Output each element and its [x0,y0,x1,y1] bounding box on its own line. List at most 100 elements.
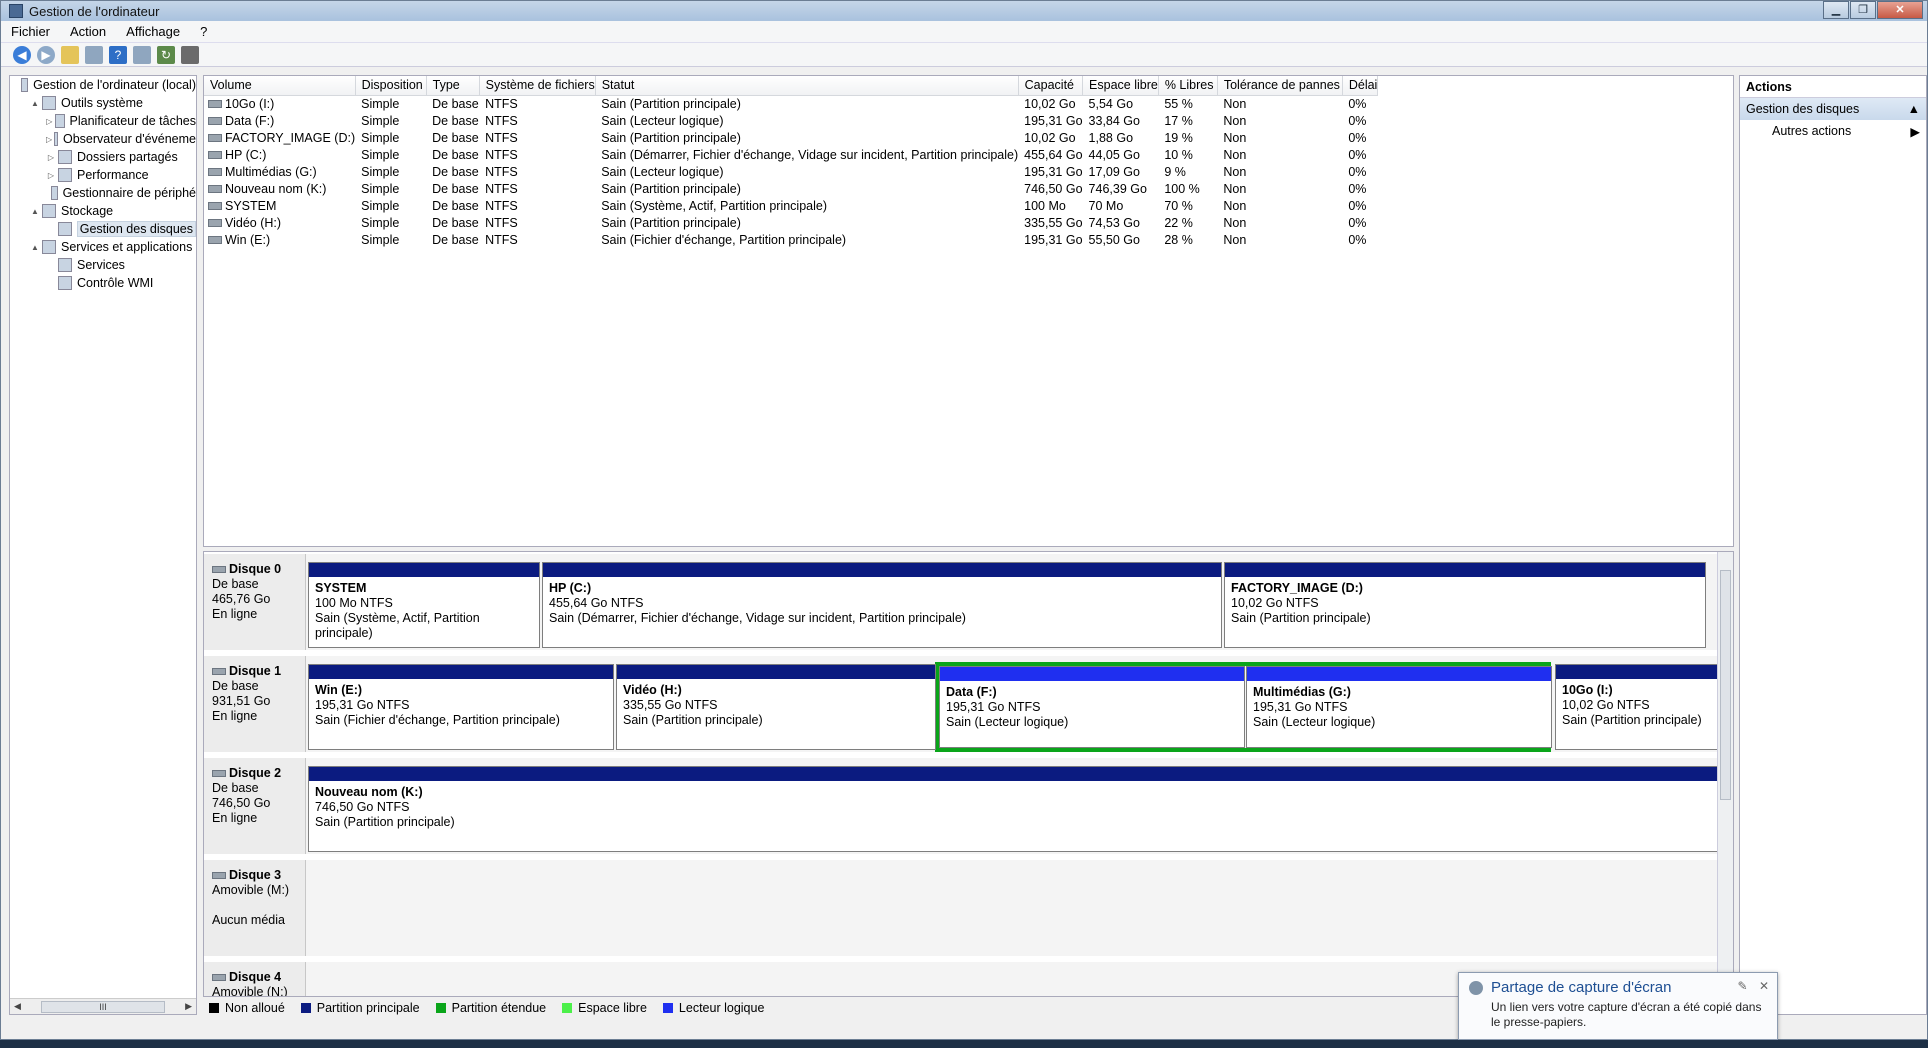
taskbar [0,1040,1928,1048]
expand-arrow-icon[interactable]: ▷ [46,135,52,144]
tree-horizontal-scrollbar[interactable]: ◀ III ▶ [10,998,196,1014]
legend-label: Partition principale [316,1001,420,1015]
expand-arrow-icon[interactable]: ▷ [46,153,56,162]
table-cell: De base [432,147,479,162]
menu-help[interactable]: ? [200,24,207,39]
maximize-button[interactable]: ❐ [1850,1,1876,19]
table-cell: De base [432,181,479,196]
volume-row[interactable]: 10Go (I:) Simple De base NTFS Sain (Partitio… [204,95,1378,112]
volume-row[interactable]: SYSTEM Simple De base NTFS Sain (Système, Ac… [204,197,1378,214]
legend-swatch [300,1003,311,1013]
graph-vertical-scrollbar[interactable] [1717,552,1733,996]
tree-node[interactable]: Gestion de l'ordinateur (local) [10,76,196,94]
partition-block[interactable]: Data (F:) 195,31 Go NTFS Sain (Lecteur log… [939,666,1245,748]
tree-node-label: Performance [77,168,149,182]
disk-info[interactable]: Disque 4 Amovible (N:) [204,962,306,996]
refresh-icon[interactable]: ↻ [157,45,175,64]
table-cell: Sain (Système, Actif, Partition principa… [601,198,827,213]
table-cell: 195,31 Go [1024,113,1083,128]
column-header[interactable]: Statut [595,76,1019,96]
tree-node[interactable]: ▷ Performance [10,166,196,184]
partition-block[interactable]: 10Go (I:) 10,02 Go NTFS Sain (Partition pr… [1555,664,1733,750]
tree-node[interactable]: ▷ Planificateur de tâches [10,112,196,130]
volume-row[interactable]: Nouveau nom (K:) Simple De base NTFS Sain (P… [204,180,1378,197]
show-hide-actions-icon[interactable] [133,45,151,64]
up-folder-icon[interactable] [61,45,79,64]
pin-icon[interactable]: ✎ [1738,979,1748,993]
partition-block[interactable]: Win (E:) 195,31 Go NTFS Sain (Fichier d'éc… [308,664,614,750]
expand-arrow-icon[interactable]: ▷ [46,117,53,126]
expand-arrow-icon[interactable]: ▲ [30,99,40,108]
minimize-button[interactable]: ▁ [1823,1,1849,19]
tree-node[interactable]: Services [10,256,196,274]
table-cell: 5,54 Go [1088,96,1134,111]
disk-info[interactable]: Disque 2 De base 746,50 Go En ligne [204,758,306,854]
menu-action[interactable]: Action [70,24,106,39]
tree-node[interactable]: Contrôle WMI [10,274,196,292]
scroll-right-arrow-icon[interactable]: ▶ [185,1001,192,1012]
volume-name: Nouveau nom (K:) [225,181,327,196]
volume-row[interactable]: Win (E:) Simple De base NTFS Sain (Fichier d… [204,231,1378,248]
expand-arrow-icon[interactable]: ▷ [46,171,56,180]
volume-row[interactable]: Multimédias (G:) Simple De base NTFS Sain (L… [204,163,1378,180]
partition-block[interactable]: Vidéo (H:) 335,55 Go NTFS Sain (Partition … [616,664,936,750]
disk-line1: De base [212,577,259,591]
partition-block[interactable]: HP (C:) 455,64 Go NTFS Sain (Démarrer, Fic… [542,562,1222,648]
toast-close-icon[interactable]: ✕ [1759,979,1769,993]
table-cell: NTFS [485,215,518,230]
scroll-thumb[interactable]: III [41,1000,165,1013]
column-header[interactable]: % Libres [1158,76,1218,96]
properties-icon[interactable] [181,45,199,64]
window-title: Gestion de l'ordinateur [29,3,160,19]
partition-block[interactable]: SYSTEM 100 Mo NTFS Sain (Système, Actif, P… [308,562,540,648]
tree-node[interactable]: ▲ Stockage [10,202,196,220]
table-cell: 44,05 Go [1088,147,1140,162]
column-header[interactable]: Espace libre [1082,76,1159,96]
table-cell: 70 Mo [1088,198,1124,213]
collapse-up-icon[interactable]: ▲ [1908,102,1920,116]
action-other-actions[interactable]: Autres actions ▶ [1740,120,1926,142]
back-arrow-icon[interactable]: ◀ [13,45,31,64]
volume-row[interactable]: Data (F:) Simple De base NTFS Sain (Lecteur … [204,112,1378,129]
tree-node[interactable]: ▲ Services et applications [10,238,196,256]
disk-info[interactable]: Disque 0 De base 465,76 Go En ligne [204,554,306,650]
column-header[interactable]: Volume [204,76,356,96]
tree-node[interactable]: Gestion des disques [10,220,196,238]
graph-scroll-thumb[interactable] [1720,570,1731,800]
services-icon [58,258,72,272]
menu-fichier[interactable]: Fichier [11,24,50,39]
disk-info[interactable]: Disque 1 De base 931,51 Go En ligne [204,656,306,752]
close-button[interactable]: ✕ [1877,1,1923,19]
column-header[interactable]: Délai [1342,76,1379,96]
expand-arrow-icon[interactable]: ▲ [30,207,40,216]
column-header[interactable]: Type [426,76,480,96]
help-icon[interactable]: ? [109,45,127,64]
column-header[interactable]: Disposition [355,76,427,96]
volume-row[interactable]: FACTORY_IMAGE (D:) Simple De base NTFS Sain … [204,129,1378,146]
tree-node-label: Services [77,258,125,272]
legend-label: Espace libre [578,1001,647,1015]
tree-node[interactable]: Gestionnaire de périphé [10,184,196,202]
tree-node[interactable]: ▷ Dossiers partagés [10,148,196,166]
forward-arrow-icon[interactable]: ▶ [37,45,55,64]
partition-name: 10Go (I:) [1562,683,1613,697]
table-cell: 10,02 Go [1024,96,1076,111]
menu-affichage[interactable]: Affichage [126,24,180,39]
table-cell: Non [1223,96,1247,111]
volume-row[interactable]: HP (C:) Simple De base NTFS Sain (Démarrer, … [204,146,1378,163]
tree-node[interactable]: ▲ Outils système [10,94,196,112]
scroll-left-arrow-icon[interactable]: ◀ [14,1001,21,1012]
tree-node[interactable]: ▷ Observateur d'événeme [10,130,196,148]
disk-info[interactable]: Disque 3 Amovible (M:) Aucun média [204,860,306,956]
partition-block[interactable]: Multimédias (G:) 195,31 Go NTFS Sain (Lect… [1246,666,1552,748]
column-header[interactable]: Capacité [1018,76,1084,96]
show-hide-tree-icon[interactable] [85,45,103,64]
volume-row[interactable]: Vidéo (H:) Simple De base NTFS Sain (Partiti… [204,214,1378,231]
column-header[interactable]: Tolérance de pannes [1217,76,1343,96]
disk-management-icon [57,222,72,236]
column-header[interactable]: Système de fichiers [479,76,596,96]
actions-section-disk-management[interactable]: Gestion des disques ▲ [1740,98,1926,120]
expand-arrow-icon[interactable]: ▲ [30,243,40,252]
partition-block[interactable]: FACTORY_IMAGE (D:) 10,02 Go NTFS Sain (Par… [1224,562,1706,648]
partition-block[interactable]: Nouveau nom (K:) 746,50 Go NTFS Sain (Part… [308,766,1733,852]
